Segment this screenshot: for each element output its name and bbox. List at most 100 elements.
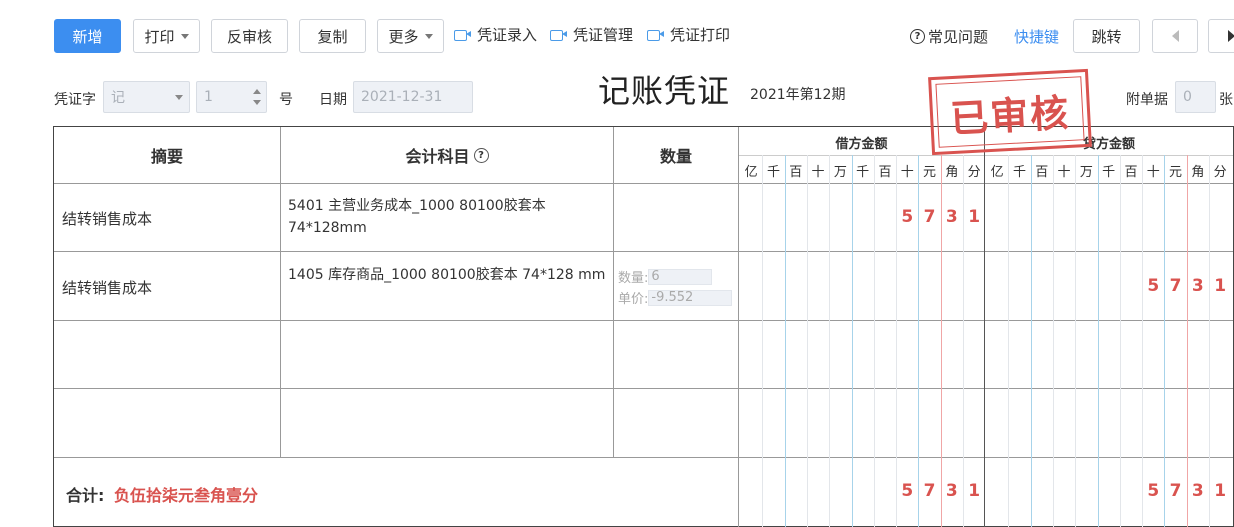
credit-unit-divider [1164, 155, 1166, 527]
row2-summary[interactable]: 结转销售成本 [62, 277, 152, 298]
credit-unit-divider [1142, 155, 1144, 527]
total-label: 合计: [66, 486, 105, 505]
credit-unit-divider [1186, 155, 1188, 527]
credit-unit-label: 元 [1169, 165, 1183, 180]
more-dropdown-button[interactable]: 更多 [377, 19, 444, 53]
column-divider [738, 127, 739, 457]
credit-unit-label: 十 [1057, 165, 1071, 180]
print-dropdown-button[interactable]: 打印 [133, 19, 200, 53]
voucher-number-stepper[interactable]: 1 [196, 81, 267, 113]
credit-unit-label: 分 [1213, 165, 1227, 180]
date-label: 日期 [319, 92, 347, 108]
copy-label: 复制 [317, 27, 348, 46]
credit-unit-divider [1030, 155, 1032, 527]
unaudit-label: 反审核 [226, 27, 272, 46]
debit-unit-label: 亿 [744, 165, 758, 180]
video-camera-icon [454, 29, 471, 41]
qty-value[interactable]: 6 [648, 268, 713, 285]
voucher-entry-link[interactable]: 凭证录入 [454, 24, 537, 45]
attachment-count-input[interactable]: 0 [1175, 81, 1216, 113]
chevron-down-icon [180, 33, 189, 39]
price-label: 单价: [618, 292, 649, 307]
credit-unit-label: 角 [1191, 165, 1205, 180]
copy-button[interactable]: 复制 [299, 19, 366, 53]
debit-unit-divider [829, 155, 831, 527]
row-divider [54, 183, 1233, 184]
summary-header-label: 摘要 [150, 147, 183, 166]
total-debit-digit: 5 [901, 481, 914, 501]
row2-credit-digit: 5 [1147, 276, 1160, 296]
prev-voucher-button[interactable] [1152, 19, 1198, 53]
date-input[interactable]: 2021-12-31 [353, 81, 473, 113]
debit-unit-label: 角 [945, 165, 959, 180]
debit-unit-label: 万 [833, 165, 847, 180]
row2-credit-digit: 7 [1169, 276, 1182, 296]
credit-unit-label: 万 [1079, 165, 1093, 180]
subject-column-header: 会计科目? [281, 127, 613, 183]
row-divider [54, 388, 1233, 389]
chevron-down-icon [253, 100, 261, 105]
price-value[interactable]: -9.552 [648, 289, 733, 306]
voucher-entry-label: 凭证录入 [477, 26, 538, 44]
total-credit-digit: 3 [1191, 481, 1204, 501]
voucher-manage-link[interactable]: 凭证管理 [550, 24, 633, 45]
stepper-arrows[interactable] [248, 82, 266, 112]
voucher-word-label: 凭证字 [54, 92, 96, 108]
period-label: 2021年第12期 [750, 87, 846, 103]
subject-header-label: 会计科目 [405, 147, 470, 166]
jump-button[interactable]: 跳转 [1073, 19, 1140, 53]
credit-unit-divider [1052, 155, 1054, 527]
qty-header-label: 数量 [659, 147, 692, 166]
row2-subject[interactable]: 1405 库存商品_1000 80100胶套本 74*128 mm [288, 264, 608, 286]
attachment-unit: 张 [1219, 92, 1233, 108]
question-circle-icon: ? [910, 29, 925, 44]
debit-unit-divider [806, 155, 808, 527]
row-divider [54, 457, 1233, 458]
debit-unit-label: 百 [878, 165, 892, 180]
faq-link[interactable]: ? 常见问题 [910, 26, 988, 47]
chevron-up-icon [253, 89, 261, 94]
row2-qty[interactable]: 数量: 6 [618, 267, 713, 286]
number-suffix: 号 [279, 92, 293, 108]
credit-unit-label: 百 [1035, 165, 1049, 180]
arrow-left-icon [1171, 30, 1179, 42]
row2-credit-digit: 1 [1214, 276, 1227, 296]
audited-stamp: 已审核 [928, 68, 1092, 156]
qty-label: 数量: [618, 271, 649, 286]
next-voucher-button[interactable] [1208, 19, 1234, 53]
credit-unit-divider [1008, 155, 1010, 527]
amount-header-divider [739, 155, 1233, 156]
chevron-down-icon [424, 33, 433, 39]
add-button[interactable]: 新增 [54, 19, 121, 53]
column-divider [280, 127, 281, 457]
row1-subject[interactable]: 5401 主营业务成本_1000 80100胶套本 74*128mm [288, 195, 608, 239]
summary-column-header: 摘要 [54, 127, 280, 183]
unaudit-button[interactable]: 反审核 [211, 19, 288, 53]
attachment-count-value: 0 [1183, 89, 1192, 105]
total-debit-digit: 7 [923, 481, 936, 501]
credit-unit-label: 千 [1012, 165, 1026, 180]
debit-unit-label: 十 [811, 165, 825, 180]
column-divider [613, 127, 614, 457]
total-credit-digit: 7 [1169, 481, 1182, 501]
credit-unit-label: 亿 [990, 165, 1004, 180]
debit-unit-label: 元 [923, 165, 937, 180]
help-icon[interactable]: ? [473, 147, 489, 163]
credit-unit-label: 千 [1102, 165, 1116, 180]
voucher-number-value: 1 [204, 89, 213, 105]
row1-debit-digit: 1 [968, 207, 981, 227]
shortcut-link[interactable]: 快捷键 [1014, 26, 1059, 47]
add-button-label: 新增 [72, 27, 103, 46]
voucher-print-link[interactable]: 凭证打印 [647, 24, 730, 45]
arrow-right-icon [1227, 30, 1234, 42]
print-label: 打印 [144, 27, 175, 46]
row2-price[interactable]: 单价: -9.552 [618, 288, 733, 307]
attachment-label: 附单据 [1126, 92, 1168, 108]
video-camera-icon [550, 29, 567, 41]
row1-summary[interactable]: 结转销售成本 [62, 208, 152, 229]
column-divider [738, 457, 739, 527]
credit-unit-label: 百 [1124, 165, 1138, 180]
total-amount-words: 负伍拾柒元叁角壹分 [114, 486, 259, 505]
voucher-word-select[interactable]: 记 [103, 81, 190, 113]
video-camera-icon [647, 29, 664, 41]
